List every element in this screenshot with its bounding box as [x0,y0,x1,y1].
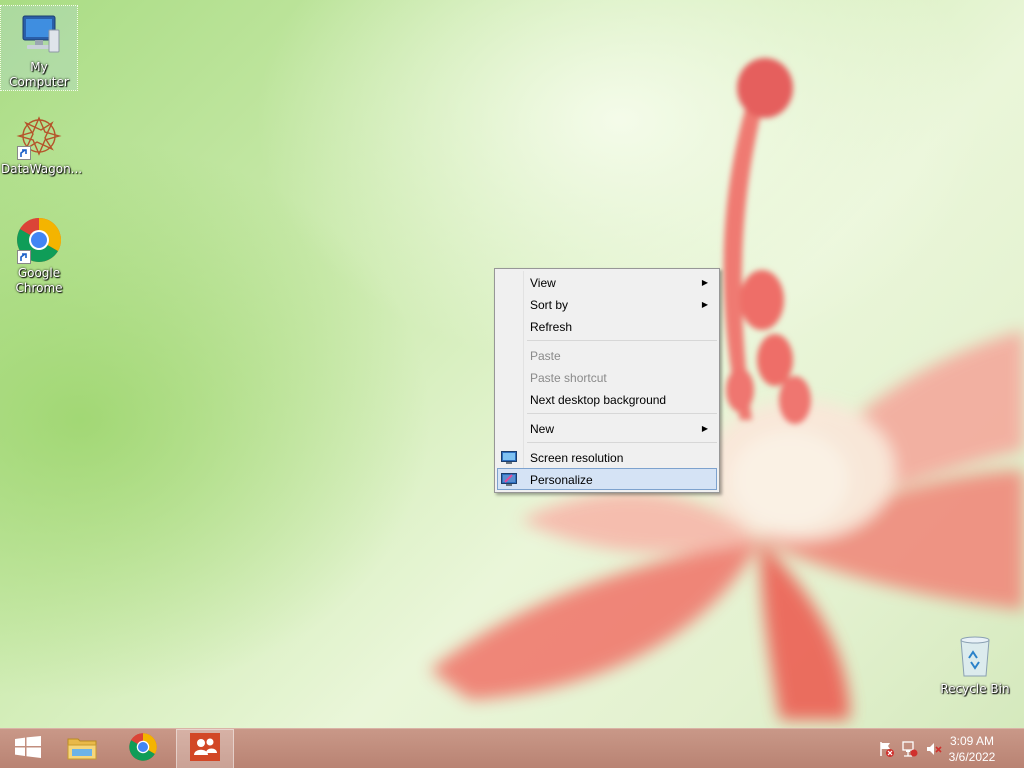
shortcut-arrow-icon [17,146,31,160]
file-explorer-icon [66,733,98,765]
submenu-arrow-icon: ▶ [701,300,708,309]
menu-separator [527,413,717,414]
recycle-bin-icon [951,632,999,680]
menu-item-paste-shortcut[interactable]: Paste shortcut [497,366,717,388]
menu-item-personalize[interactable]: Personalize [497,468,717,490]
action-center-flag-icon[interactable] [878,741,894,757]
chrome-icon [128,732,158,766]
menu-item-view[interactable]: View ▶ [497,271,717,293]
clock-time: 3:09 AM [949,734,995,748]
menu-item-label: Screen resolution [530,451,624,465]
menu-item-label: Refresh [530,320,573,334]
computer-icon [15,10,63,58]
menu-item-refresh[interactable]: Refresh [497,315,717,337]
chrome-icon [15,216,63,264]
network-icon[interactable] [902,741,918,757]
taskbar-people-app[interactable] [176,729,234,768]
menu-item-sort-by[interactable]: Sort by ▶ [497,293,717,315]
menu-item-label: Next desktop background [530,393,667,407]
desktop-icon-label: DataWagon... [1,162,83,176]
menu-item-next-desktop-background[interactable]: Next desktop background [497,388,717,410]
desktop-context-menu: View ▶ Sort by ▶ Refresh Paste Paste sho… [494,268,720,493]
windows-start-icon [15,736,41,762]
people-app-icon [190,733,220,765]
desktop[interactable]: My Computer DataWagon... Google Chrome R… [0,0,1024,768]
taskbar-chrome[interactable] [115,729,171,768]
menu-item-screen-resolution[interactable]: Screen resolution [497,446,717,468]
start-button[interactable] [0,729,56,768]
desktop-icon-label: My Computer [9,60,69,89]
menu-item-label: Personalize [530,473,593,487]
menu-item-label: Paste shortcut [530,371,607,385]
menu-separator [527,340,717,341]
submenu-arrow-icon: ▶ [701,278,708,287]
menu-item-label: Sort by [530,298,569,312]
system-tray: 3:09 AM 3/6/2022 [864,729,1024,768]
menu-separator [527,442,717,443]
desktop-icon-label: Recycle Bin [940,682,1010,696]
taskbar: 3:09 AM 3/6/2022 [0,728,1024,768]
menu-item-new[interactable]: New ▶ [497,417,717,439]
menu-item-label: Paste [530,349,561,363]
menu-item-paste[interactable]: Paste [497,344,717,366]
shortcut-arrow-icon [17,250,31,264]
desktop-icon-my-computer[interactable]: My Computer [0,5,78,91]
clock-date: 3/6/2022 [948,750,996,764]
menu-item-label: New [530,422,555,436]
desktop-icon-google-chrome[interactable]: Google Chrome [1,212,77,296]
taskbar-clock[interactable]: 3:09 AM 3/6/2022 [942,733,1002,765]
personalize-icon [501,472,517,486]
taskbar-file-explorer[interactable] [54,729,110,768]
desktop-icon-datawagon[interactable]: DataWagon... [1,108,83,177]
menu-item-label: View [530,276,556,290]
volume-muted-icon[interactable] [926,741,942,757]
display-icon [501,450,517,464]
desktop-icon-label: Google Chrome [15,266,63,295]
submenu-arrow-icon: ▶ [701,424,708,433]
datawagon-icon [15,112,63,160]
desktop-icon-recycle-bin[interactable]: Recycle Bin [937,628,1013,697]
